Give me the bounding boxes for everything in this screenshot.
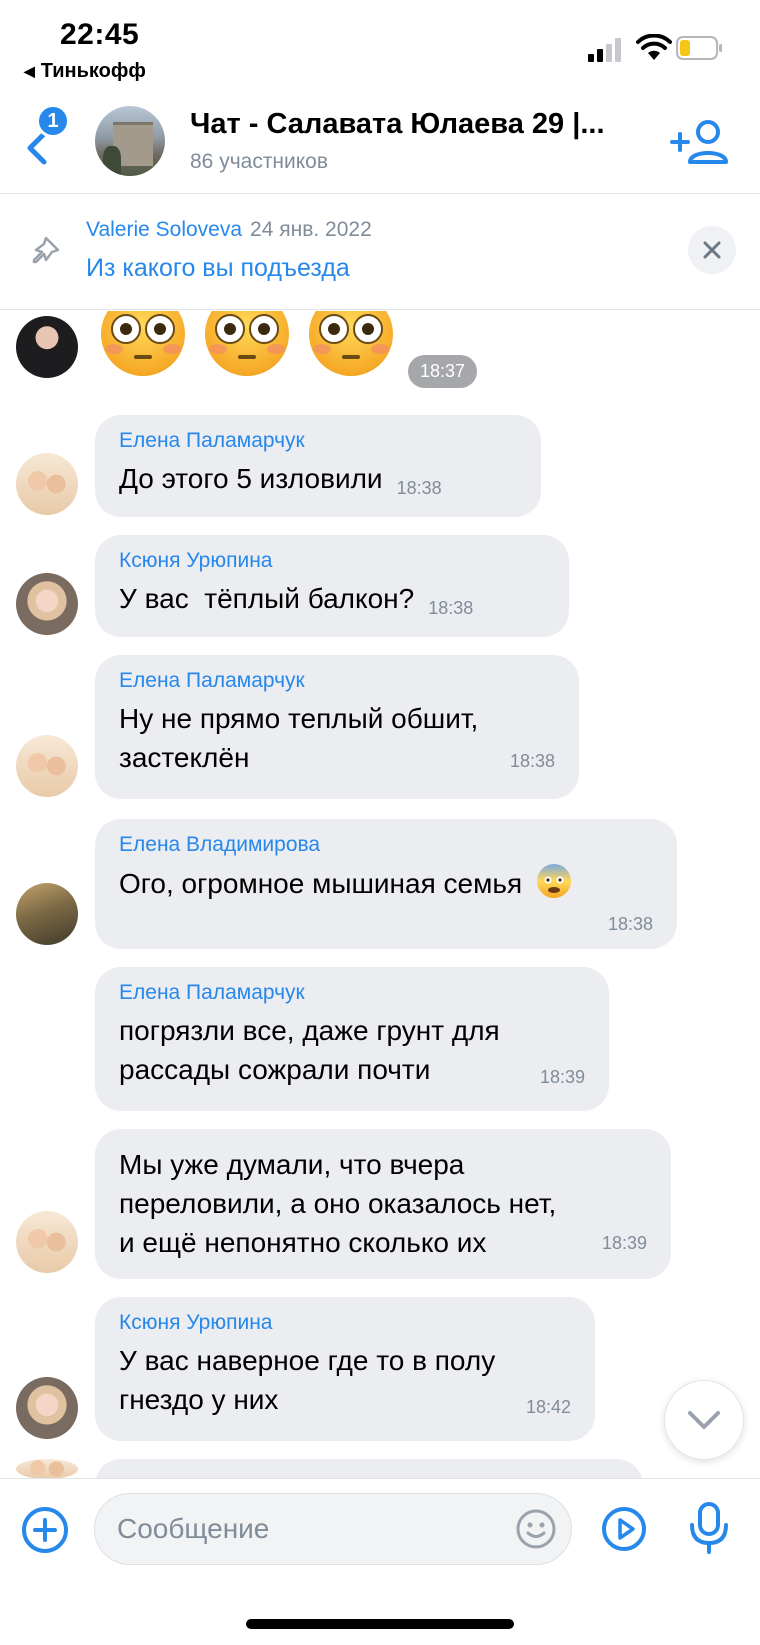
- message-bubble[interactable]: Ксюня Урюпина У вас наверное где то в по…: [95, 1297, 595, 1441]
- message-line-with-time: застеклён 18:38: [119, 738, 555, 777]
- back-triangle-icon: ◀: [24, 63, 35, 79]
- avatar[interactable]: [16, 1377, 78, 1439]
- message-bubble-partial[interactable]: [95, 1459, 643, 1478]
- message-line: рассады сожрали почти: [119, 1054, 431, 1085]
- avatar[interactable]: [16, 573, 78, 635]
- flushed-face-emoji-icon: [309, 311, 393, 376]
- chat-avatar[interactable]: [95, 106, 165, 176]
- sender-name[interactable]: Ксюня Урюпина: [119, 549, 545, 573]
- message-text: Мы уже думали, что вчера переловили, а о…: [119, 1145, 647, 1262]
- wifi-icon: [636, 34, 672, 60]
- message-bubble[interactable]: Елена Паламарчук погрязли все, даже грун…: [95, 967, 609, 1111]
- chat-title[interactable]: Чат - Салавата Юлаева 29 |...: [190, 108, 605, 141]
- message-bubble[interactable]: Елена Владимирова Ого, огромное мышиная …: [95, 819, 677, 949]
- message-time: 18:39: [539, 1067, 585, 1087]
- pinned-author: Valerie Soloveva: [86, 218, 243, 241]
- flushed-face-emoji-icon: [205, 311, 289, 376]
- status-time: 22:45: [60, 18, 140, 51]
- status-bar: 22:45 ◀ Тинькофф: [0, 0, 760, 92]
- pin-icon: [32, 236, 60, 264]
- video-message-icon[interactable]: [600, 1505, 648, 1553]
- message-line: погрязли все, даже грунт для: [119, 1015, 500, 1046]
- emoji-smile-icon[interactable]: [515, 1508, 557, 1550]
- message-time: 18:38: [428, 598, 474, 618]
- message-line: и ещё непонятно сколько их: [119, 1227, 487, 1258]
- message-bubble[interactable]: Ксюня Урюпина У вас тёплый балкон? 18:38: [95, 535, 569, 637]
- scroll-to-bottom-button[interactable]: [664, 1380, 744, 1460]
- message-text: Ну не прямо теплый обшит, застеклён 18:38: [119, 699, 555, 777]
- participants-count: 86 участников: [190, 150, 329, 173]
- message-bubble[interactable]: Мы уже думали, что вчера переловили, а о…: [95, 1129, 671, 1279]
- message-text: У вас тёплый балкон? 18:38: [119, 579, 545, 622]
- pinned-message[interactable]: Valerie Soloveva 24 янв. 2022 Из какого в…: [0, 194, 760, 310]
- message-time: 18:42: [525, 1397, 571, 1417]
- home-indicator: [246, 1619, 514, 1629]
- message-line: застеклён: [119, 742, 250, 773]
- back-app-label: Тинькофф: [40, 60, 146, 82]
- message-line: гнездо у них: [119, 1384, 279, 1415]
- message-composer: [0, 1478, 760, 1645]
- unread-badge: 1: [36, 104, 70, 138]
- sender-name[interactable]: Елена Паламарчук: [119, 669, 555, 693]
- sender-name[interactable]: Елена Паламарчук: [119, 981, 585, 1005]
- sender-name[interactable]: Елена Владимирова: [119, 833, 653, 857]
- flushed-face-emoji-icon: [101, 311, 185, 376]
- sender-name[interactable]: Ксюня Урюпина: [119, 1311, 571, 1335]
- message-text: У вас наверное где то в полу гнездо у ни…: [119, 1341, 571, 1419]
- sender-name[interactable]: Елена Паламарчук: [119, 429, 517, 453]
- fearful-face-emoji-icon: [536, 864, 571, 898]
- message-line: У вас тёплый балкон?: [119, 583, 415, 614]
- message-line: У вас наверное где то в полу: [119, 1345, 496, 1376]
- message-line: Ну не прямо теплый обшит,: [119, 703, 479, 734]
- pinned-date: 24 янв. 2022: [250, 218, 372, 241]
- message-bubble[interactable]: Елена Паламарчук Ну не прямо теплый обши…: [95, 655, 579, 799]
- avatar[interactable]: [16, 883, 78, 945]
- chat-header: 1 Чат - Салавата Юлаева 29 |... 86 участ…: [0, 92, 760, 194]
- message-time: 18:38: [607, 914, 653, 934]
- avatar[interactable]: [16, 453, 78, 515]
- battery-icon: [676, 36, 722, 60]
- message-time: 18:37: [408, 355, 478, 388]
- microphone-icon[interactable]: [688, 1501, 730, 1555]
- message-line: Ого, огромное мышиная семья: [119, 868, 523, 899]
- emoji-message[interactable]: [100, 311, 394, 377]
- message-bubble[interactable]: Елена Паламарчук До этого 5 изловили 18:3…: [95, 415, 541, 517]
- add-member-icon[interactable]: [670, 118, 730, 166]
- message-input[interactable]: [117, 1494, 497, 1564]
- close-pinned-button[interactable]: [688, 226, 736, 274]
- message-line: До этого 5 изловили: [119, 463, 383, 494]
- message-line: Мы уже думали, что вчера: [119, 1149, 465, 1180]
- message-time: 18:39: [601, 1233, 647, 1253]
- message-field[interactable]: [94, 1493, 572, 1565]
- message-time: 18:38: [509, 751, 555, 771]
- attach-plus-icon[interactable]: [20, 1505, 70, 1555]
- message-line: переловили, а оно оказалось нет,: [119, 1188, 557, 1219]
- back-to-app-link[interactable]: ◀ Тинькофф: [24, 60, 146, 83]
- avatar[interactable]: [16, 1211, 78, 1273]
- pinned-author-line: Valerie Soloveva 24 янв. 2022: [86, 218, 372, 242]
- message-text: Ого, огромное мышиная семья: [119, 863, 653, 903]
- message-time: 18:38: [396, 478, 442, 498]
- message-text: погрязли все, даже грунт для рассады сож…: [119, 1011, 585, 1089]
- avatar[interactable]: [16, 735, 78, 797]
- pinned-text: Из какого вы подъезда: [86, 254, 350, 282]
- message-list[interactable]: 18:37 Елена Паламарчук До этого 5 излови…: [0, 311, 760, 1478]
- avatar[interactable]: [16, 1459, 78, 1478]
- close-icon: [703, 241, 721, 259]
- avatar[interactable]: [16, 316, 78, 378]
- cellular-signal-icon: [588, 38, 621, 62]
- message-text: До этого 5 изловили 18:38: [119, 459, 517, 502]
- chevron-down-icon: [688, 1411, 720, 1429]
